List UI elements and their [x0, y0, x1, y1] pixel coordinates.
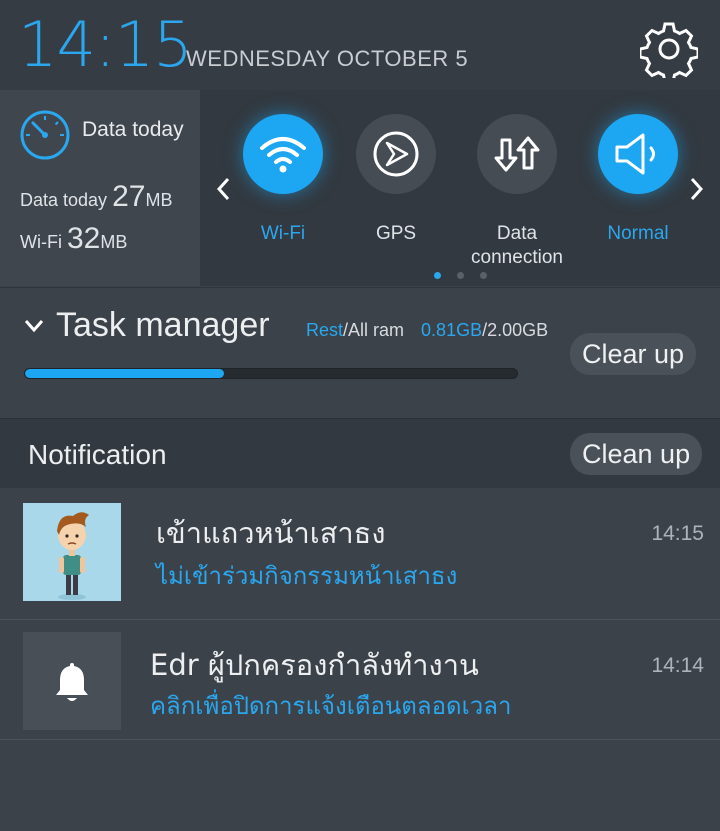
gear-icon[interactable] [638, 20, 700, 84]
data-today-unit: MB [145, 190, 173, 210]
task-manager-panel: Task manager Rest/All ram 0.81GB/2.00GB … [0, 287, 720, 417]
notification-title-text: Edr ผู้ปกครองกำลังทำงาน [150, 648, 479, 682]
ram-all-label: /All ram [343, 320, 405, 340]
toggle-label-data: Data connection [471, 223, 563, 268]
toggle-label-gps: GPS [375, 223, 417, 244]
wifi-icon [243, 114, 323, 194]
wifi-usage-unit: MB [100, 232, 128, 252]
chevron-down-icon[interactable] [24, 318, 44, 333]
notification-time: 14:14 [651, 654, 704, 677]
data-today-row: Data today 27MB [20, 180, 172, 214]
toggle-sound-mode[interactable]: Normal [583, 114, 693, 246]
wifi-usage-row: Wi-Fi 32MB [20, 222, 127, 256]
notification-item[interactable]: เข้าแถวหน้าเสาธง ไม่เข้าร่วมกิจกรรมหน้าเ… [0, 488, 720, 620]
speedometer-icon [18, 108, 74, 164]
data-usage-panel[interactable]: Data today Data today 27MB Wi-Fi 32MB [0, 90, 200, 286]
pager-dot [457, 272, 464, 279]
pager-indicator [434, 264, 503, 283]
toggle-gps[interactable]: GPS [341, 114, 451, 246]
wifi-usage-label: Wi-Fi [20, 232, 62, 252]
toggle-data-connection[interactable]: Data connection [462, 114, 572, 270]
ram-summary: Rest/All ram 0.81GB/2.00GB [306, 320, 548, 341]
status-header: 14:15 WEDNESDAY OCTOBER 5 [0, 0, 720, 90]
boy-avatar [23, 503, 121, 601]
notification-subtitle: คลิกเพื่อปิดการแจ้งเตือนตลอดเวลา [150, 692, 512, 720]
toggle-label-sound: Normal [607, 223, 669, 244]
data-today-label: Data today [20, 190, 108, 210]
date: WEDNESDAY OCTOBER 5 [186, 46, 469, 71]
data-today-value: 27 [112, 180, 146, 213]
data-usage-title: Data today [82, 118, 184, 141]
ram-progress-fill [25, 369, 225, 378]
notification-header: Notification Clean up [0, 418, 720, 488]
wifi-usage-value: 32 [67, 222, 101, 255]
clear-up-button[interactable]: Clear up [570, 333, 697, 375]
notification-title-text: เข้าแถวหน้าเสาธง [156, 516, 386, 550]
gps-icon [356, 114, 436, 194]
toggle-label-wifi: Wi-Fi [260, 223, 306, 244]
ram-total: /2.00GB [482, 320, 549, 340]
notification-time: 14:15 [651, 522, 704, 545]
pager-dot [434, 272, 441, 279]
ram-progress-bar [24, 368, 518, 379]
clock: 14:15 [18, 8, 193, 81]
notification-subtitle: ไม่เข้าร่วมกิจกรรมหน้าเสาธง [156, 562, 458, 590]
quick-settings: Data today Data today 27MB Wi-Fi 32MB Wi… [0, 90, 720, 286]
notification-item[interactable]: Edr ผู้ปกครองกำลังทำงาน คลิกเพื่อปิดการแ… [0, 620, 720, 740]
data-usage-header: Data today [18, 108, 198, 160]
pager-dot [480, 272, 487, 279]
toggle-wifi[interactable]: Wi-Fi [228, 114, 338, 246]
speaker-icon [598, 114, 678, 194]
clean-up-button[interactable]: Clean up [570, 433, 703, 475]
quick-toggles: Wi-Fi GPS Data connection Normal [200, 90, 720, 286]
bell-icon [23, 632, 121, 730]
ram-rest-label: Rest [306, 320, 344, 340]
data-connection-icon [477, 114, 557, 194]
task-manager-title[interactable]: Task manager [56, 306, 270, 345]
ram-used: 0.81GB [421, 320, 483, 340]
notification-title: Notification [28, 439, 167, 470]
